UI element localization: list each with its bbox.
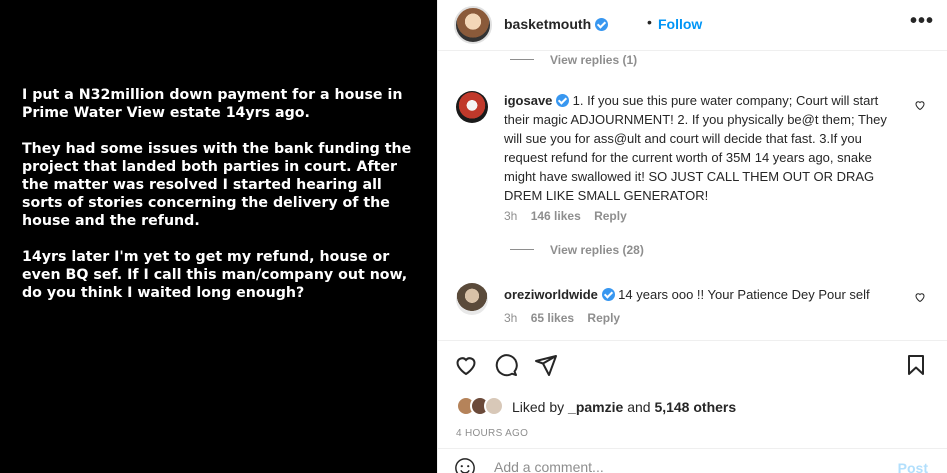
comment-text: 1. If you sue this pure water company; C…: [504, 93, 887, 203]
commenter-avatar[interactable]: [456, 283, 488, 315]
reply-button[interactable]: Reply: [587, 311, 620, 325]
post-sidebar: basketmouth • Follow ••• View replies (1…: [437, 0, 947, 473]
post-image-text: I put a N32million down payment for a ho…: [22, 86, 422, 320]
liked-by-others[interactable]: 5,148 others: [654, 399, 736, 415]
comment-meta: 3h 146 likes Reply: [504, 209, 637, 223]
comment-likes[interactable]: 65 likes: [531, 311, 574, 325]
image-paragraph-2: They had some issues with the bank fundi…: [22, 141, 412, 229]
comment-meta: 3h 65 likes Reply: [504, 311, 630, 325]
comment-body: igosave 1. If you sue this pure water co…: [504, 91, 904, 205]
post-comment-button[interactable]: Post: [898, 460, 928, 473]
comment-icon[interactable]: [494, 353, 518, 377]
likes-summary: Liked by _pamzie and 5,148 others: [456, 396, 736, 418]
more-options-icon[interactable]: •••: [910, 10, 934, 33]
image-paragraph-1: I put a N32million down payment for a ho…: [22, 87, 403, 121]
verified-badge-icon: [595, 18, 609, 31]
post-header: basketmouth • Follow •••: [438, 0, 947, 50]
heart-icon[interactable]: [454, 353, 478, 377]
comments-list[interactable]: View replies (1) igosave 1. If you sue t…: [438, 50, 947, 340]
view-replies-igosave[interactable]: View replies (28): [510, 243, 644, 257]
image-paragraph-3: 14yrs later I'm yet to get my refund, ho…: [22, 249, 408, 301]
comment-body: oreziworldwide 14 years ooo !! Your Pati…: [504, 285, 904, 304]
comment-username[interactable]: oreziworldwide: [504, 287, 598, 302]
view-replies-label: View replies (28): [550, 243, 644, 257]
commenter-avatar[interactable]: [456, 91, 488, 123]
action-bar: [438, 340, 947, 388]
verified-badge-icon: [556, 94, 570, 107]
author-avatar[interactable]: [454, 6, 492, 44]
verified-badge-icon: [601, 288, 615, 301]
comment-likes[interactable]: 146 likes: [531, 209, 581, 223]
replies-line: [510, 59, 534, 60]
emoji-icon[interactable]: [454, 457, 476, 473]
comment-username[interactable]: igosave: [504, 93, 552, 108]
replies-line: [510, 249, 534, 250]
view-replies-label: View replies (1): [550, 53, 638, 67]
comment-text: 14 years ooo !! Your Patience Dey Pour s…: [618, 287, 870, 302]
share-icon[interactable]: [534, 353, 558, 377]
author-username[interactable]: basketmouth: [504, 16, 591, 32]
add-comment-bar: Post: [438, 448, 947, 473]
follow-button[interactable]: Follow: [658, 16, 702, 32]
comment-time: 3h: [504, 209, 518, 223]
post-media[interactable]: I put a N32million down payment for a ho…: [0, 0, 437, 473]
reply-button[interactable]: Reply: [594, 209, 627, 223]
liker-avatars[interactable]: [456, 396, 508, 418]
liked-by-prefix: Liked by: [512, 399, 565, 415]
instagram-post: I put a N32million down payment for a ho…: [0, 0, 947, 473]
comment-input[interactable]: [494, 459, 874, 473]
bookmark-icon[interactable]: [904, 353, 928, 377]
header-separator: •: [647, 14, 652, 30]
comment-like-heart-icon[interactable]: [914, 291, 926, 303]
post-timestamp[interactable]: 4 HOURS AGO: [456, 428, 528, 439]
author-username-wrap: basketmouth: [504, 16, 609, 32]
comment-like-heart-icon[interactable]: [914, 99, 926, 111]
comment-time: 3h: [504, 311, 518, 325]
liked-by-and: and: [627, 399, 651, 415]
view-replies-top[interactable]: View replies (1): [510, 53, 637, 67]
liked-by-user[interactable]: _pamzie: [568, 399, 623, 415]
liker-avatar: [484, 396, 504, 416]
